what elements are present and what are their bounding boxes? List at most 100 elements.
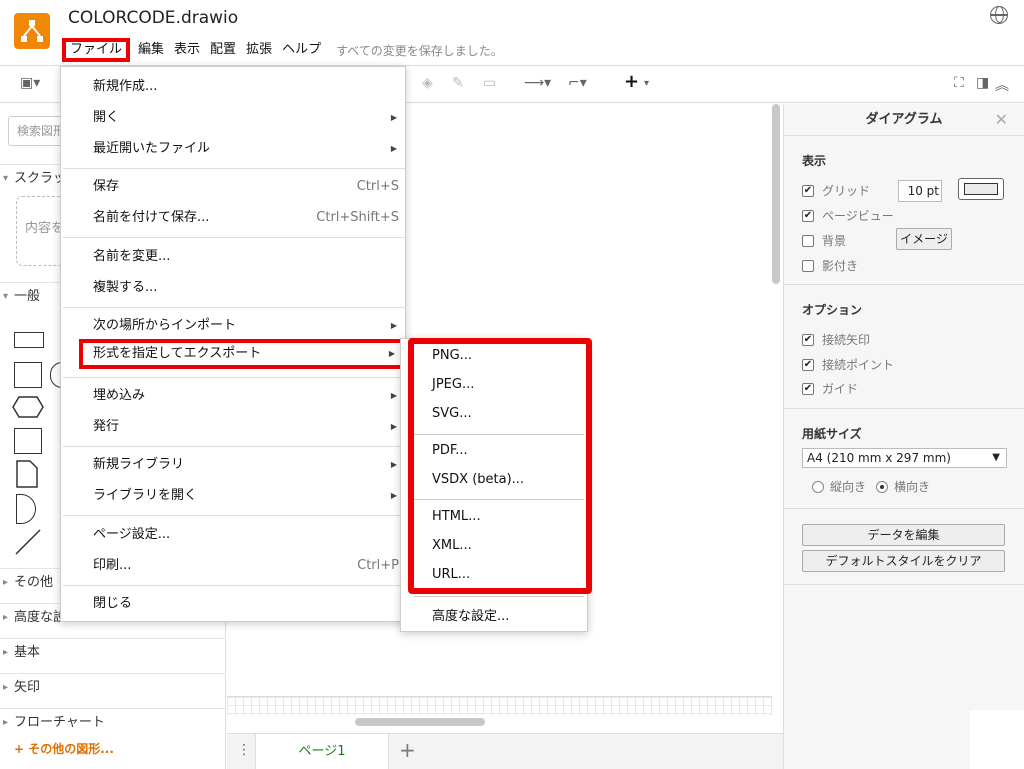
hexagon-shape[interactable] — [12, 396, 44, 418]
menu-item-duplicate[interactable]: 複製する... — [61, 273, 407, 303]
paper-size-select[interactable]: A4 (210 mm x 297 mm) ▼ — [802, 448, 1007, 468]
menu-item-save[interactable]: 保存 Ctrl+S — [61, 172, 407, 202]
connection-points-label: 接続ポイント — [822, 358, 895, 372]
export-html[interactable]: HTML... — [432, 509, 481, 524]
checkbox-checked-icon[interactable]: ✔ — [802, 209, 814, 222]
section-arrows[interactable]: 矢印 — [0, 673, 226, 702]
delay-shape[interactable] — [16, 494, 36, 524]
square-shape[interactable] — [14, 362, 42, 388]
insert-dropdown-icon[interactable]: ▾ — [644, 78, 649, 89]
menu-item-embed[interactable]: 埋め込み ▶ — [61, 381, 407, 411]
menu-item-open-recent[interactable]: 最近開いたファイル ▶ — [61, 134, 407, 164]
export-url[interactable]: URL... — [432, 567, 470, 582]
section-flowchart[interactable]: フローチャート — [0, 708, 226, 737]
image-button[interactable]: イメージ — [896, 228, 952, 250]
grid-checkbox[interactable]: ✔ グリッド — [802, 182, 870, 199]
menu-item-label: 埋め込み — [93, 388, 146, 403]
menu-item-new-library[interactable]: 新規ライブラリ ▶ — [61, 450, 407, 480]
collapse-icon[interactable]: ︽ — [995, 75, 1009, 95]
fullscreen-icon[interactable]: ⛶ — [954, 75, 964, 91]
line-color-icon[interactable]: ✎ — [452, 75, 464, 91]
export-vsdx[interactable]: VSDX (beta)... — [432, 472, 524, 487]
menu-item-open-library[interactable]: ライブラリを開く ▶ — [61, 481, 407, 511]
grid-size-input[interactable]: 10 pt — [898, 180, 942, 202]
checkbox-checked-icon[interactable]: ✔ — [802, 358, 814, 371]
horizontal-scrollbar[interactable] — [355, 718, 485, 726]
connection-points-checkbox[interactable]: ✔ 接続ポイント — [802, 356, 894, 373]
menu-item-new[interactable]: 新規作成... — [61, 72, 407, 102]
landscape-radio[interactable]: 横向き — [876, 478, 930, 495]
menu-item-close[interactable]: 閉じる — [61, 589, 407, 619]
export-pdf[interactable]: PDF... — [432, 443, 468, 458]
panel-layout-icon[interactable]: ▣▾ — [20, 75, 40, 91]
container-shape[interactable] — [14, 428, 42, 454]
checkbox-checked-icon[interactable]: ✔ — [802, 184, 814, 197]
canvas-grid[interactable] — [227, 696, 772, 716]
menu-item-print[interactable]: 印刷... Ctrl+P — [61, 551, 407, 581]
document-shape[interactable] — [16, 460, 38, 488]
export-svg[interactable]: SVG... — [432, 406, 472, 421]
menu-divider — [414, 499, 584, 500]
menu-divider — [414, 434, 584, 435]
checkbox-checked-icon[interactable]: ✔ — [802, 382, 814, 395]
submenu-arrow-icon: ▶ — [390, 422, 397, 431]
radio-icon[interactable] — [812, 480, 824, 493]
pages-menu-icon[interactable]: ⋮ — [237, 742, 251, 758]
background-checkbox[interactable]: 背景 — [802, 232, 846, 249]
format-panel-toggle-icon[interactable]: ◨ — [976, 75, 989, 91]
menu-item-label: 印刷... — [93, 558, 132, 573]
waypoints-icon[interactable]: ⌐▾ — [568, 75, 587, 91]
fill-color-icon[interactable]: ◈ — [422, 75, 433, 91]
menu-item-page-setup[interactable]: ページ設定... — [61, 520, 407, 550]
menu-item-save-as[interactable]: 名前を付けて保存... Ctrl+Shift+S — [61, 203, 407, 233]
line-shape[interactable] — [14, 528, 42, 556]
page-tab-1[interactable]: ページ1 — [255, 734, 389, 769]
close-icon[interactable]: ✕ — [995, 110, 1008, 129]
export-png[interactable]: PNG... — [432, 348, 472, 363]
menu-help[interactable]: ヘルプ — [277, 38, 326, 62]
more-shapes-button[interactable]: + その他の図形... — [14, 740, 114, 757]
menu-arrange[interactable]: 配置 — [205, 38, 241, 62]
menu-extras[interactable]: 拡張 — [241, 38, 277, 62]
connection-arrows-checkbox[interactable]: ✔ 接続矢印 — [802, 331, 870, 348]
menu-file[interactable]: ファイル — [62, 38, 131, 62]
insert-plus-icon[interactable]: + — [624, 71, 639, 92]
menu-divider — [63, 237, 405, 238]
edit-data-button[interactable]: データを編集 — [802, 524, 1005, 546]
checkbox-icon[interactable] — [802, 259, 814, 272]
export-advanced[interactable]: 高度な設定... — [432, 605, 509, 624]
menu-view[interactable]: 表示 — [169, 38, 205, 62]
menu-item-open[interactable]: 開く ▶ — [61, 103, 407, 133]
portrait-label: 縦向き — [830, 480, 867, 494]
clear-default-style-button[interactable]: デフォルトスタイルをクリア — [802, 550, 1005, 572]
add-page-icon[interactable]: + — [399, 738, 416, 762]
rectangle-shape[interactable] — [14, 332, 44, 348]
drawio-logo-icon[interactable] — [14, 13, 50, 49]
document-title[interactable]: COLORCODE.drawio — [68, 8, 238, 28]
menu-item-import-from[interactable]: 次の場所からインポート ▶ — [61, 311, 407, 341]
shortcut-text: Ctrl+Shift+S — [316, 210, 399, 225]
portrait-radio[interactable]: 縦向き — [812, 478, 866, 495]
checkbox-checked-icon[interactable]: ✔ — [802, 333, 814, 346]
shadow-icon[interactable]: ▭ — [483, 75, 496, 91]
grid-color-button[interactable] — [958, 178, 1004, 200]
radio-selected-icon[interactable] — [876, 480, 888, 493]
guides-checkbox[interactable]: ✔ ガイド — [802, 380, 858, 397]
section-basic[interactable]: 基本 — [0, 638, 226, 667]
page-view-checkbox[interactable]: ✔ ページビュー — [802, 207, 894, 224]
shadow-checkbox[interactable]: 影付き — [802, 257, 858, 274]
menu-item-rename[interactable]: 名前を変更... — [61, 242, 407, 272]
checkbox-icon[interactable] — [802, 234, 814, 247]
vertical-scrollbar[interactable] — [772, 104, 780, 284]
language-globe-icon[interactable] — [990, 6, 1008, 24]
background-label: 背景 — [822, 234, 847, 248]
menu-item-publish[interactable]: 発行 ▶ — [61, 412, 407, 442]
submenu-arrow-icon: ▶ — [390, 144, 397, 153]
export-jpeg[interactable]: JPEG... — [432, 377, 474, 392]
menu-edit[interactable]: 編集 — [133, 38, 169, 62]
export-xml[interactable]: XML... — [432, 538, 472, 553]
connection-style-icon[interactable]: ⟶▾ — [524, 75, 551, 91]
submenu-arrow-icon: ▶ — [390, 491, 397, 500]
grid-label: グリッド — [822, 184, 871, 198]
menu-item-export-as[interactable]: 形式を指定してエクスポート ▶ — [79, 339, 409, 369]
